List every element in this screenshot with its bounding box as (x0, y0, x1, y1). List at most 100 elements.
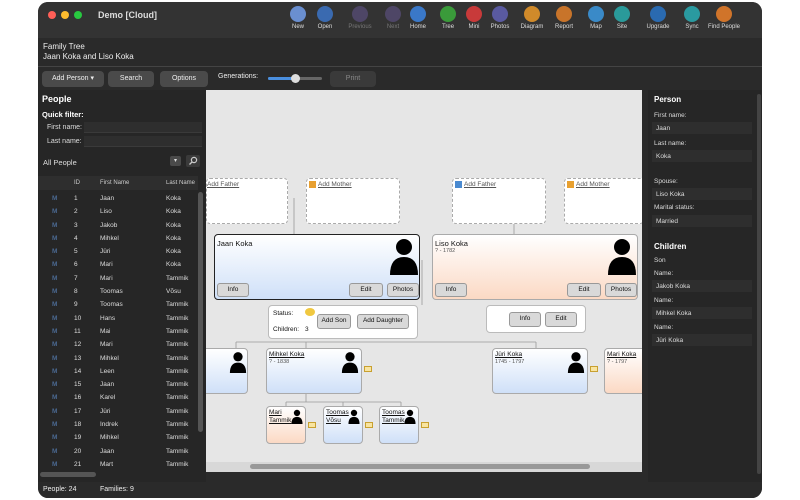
spouse-marker-icon[interactable] (308, 422, 316, 428)
child-card[interactable]: Mihkel Koka ? - 1838 (266, 348, 362, 394)
husband-info-button[interactable]: Info (217, 283, 249, 297)
spouse-marker-icon[interactable] (364, 366, 372, 372)
add-mother-link[interactable]: Add Mother (318, 181, 352, 188)
close-window-button[interactable] (48, 11, 56, 19)
wife-edit-button[interactable]: Edit (567, 283, 601, 297)
toolbar-button-report[interactable]: Report (546, 6, 582, 30)
add-father-link[interactable]: Add Father (207, 181, 239, 188)
table-row[interactable]: M 8 Toomas Võsu (38, 285, 198, 298)
grandchild-name[interactable]: Mari Tammik (269, 409, 291, 425)
spouse-marker-icon[interactable] (421, 422, 429, 428)
cell-last-name: Tammik (166, 314, 189, 322)
husband-card[interactable]: Jaan Koka Info Edit Photos (214, 234, 420, 300)
add-son-button[interactable]: Add Son (317, 314, 351, 329)
table-row[interactable]: M 21 Mart Tammik (38, 458, 198, 471)
wife-photos-button[interactable]: Photos (605, 283, 637, 297)
toolbar-button-find-people[interactable]: Find People (706, 6, 742, 30)
tree-horizontal-scrollbar[interactable] (250, 464, 590, 469)
table-row[interactable]: M 1 Jaan Koka (38, 192, 198, 205)
toolbar-button-open[interactable]: Open (307, 6, 343, 30)
search-icon[interactable] (186, 155, 200, 167)
table-row[interactable]: M 12 Mari Tammik (38, 338, 198, 351)
table-row[interactable]: M 5 Jüri Koka (38, 245, 198, 258)
table-row[interactable]: M 3 Jakob Koka (38, 219, 198, 232)
table-row[interactable]: M 18 Indrek Tammik (38, 418, 198, 431)
child-name[interactable]: Mihkel Koka (269, 351, 304, 358)
table-row[interactable]: M 13 Mihkel Tammik (38, 352, 198, 365)
toolbar-button-photos[interactable]: Photos (482, 6, 518, 30)
add-father-placeholder[interactable]: Add Father (206, 178, 288, 224)
last-name-filter-input[interactable] (84, 136, 202, 147)
child-card[interactable]: Jüri Koka 1745 - 1797 (492, 348, 588, 394)
people-list-scrollbar[interactable] (198, 192, 203, 432)
child-name[interactable]: Jüri Koka (495, 351, 522, 358)
search-button[interactable]: Search (108, 71, 154, 87)
table-row[interactable]: M 20 Jaan Tammik (38, 445, 198, 458)
marital-status-value[interactable]: Married (652, 215, 752, 227)
person-last-name-value[interactable]: Koka (652, 150, 752, 162)
add-mother-placeholder-wife[interactable]: Add Mother (564, 178, 642, 224)
column-header-last-name[interactable]: Last Name (166, 180, 198, 186)
print-button[interactable]: Print (330, 71, 376, 87)
first-name-filter-input[interactable] (84, 122, 202, 133)
grandchild-name[interactable]: Toomas Tammik (382, 409, 405, 425)
table-row[interactable]: M 15 Jaan Tammik (38, 378, 198, 391)
child-card[interactable]: Mari Koka ? - 1797 (604, 348, 642, 394)
grandchild-card[interactable]: Toomas Võsu (323, 406, 363, 444)
generations-slider[interactable] (268, 74, 322, 83)
add-father-placeholder-wife[interactable]: Add Father (452, 178, 546, 224)
wife-info-button[interactable]: Info (435, 283, 467, 297)
person-first-name-value[interactable]: Jaan (652, 122, 752, 134)
child-value[interactable]: Jüri Koka (652, 334, 752, 346)
toolbar-button-sync[interactable]: Sync (674, 6, 710, 30)
cell-id: 15 (74, 381, 82, 389)
spouse-marker-icon[interactable] (365, 422, 373, 428)
options-button[interactable]: Options (160, 71, 208, 87)
grandchild-card[interactable]: Mari Tammik (266, 406, 306, 444)
person-panel-scrollbar[interactable] (757, 94, 761, 474)
spouse-marker-icon[interactable] (590, 366, 598, 372)
spouse-value[interactable]: Liso Koka (652, 188, 752, 200)
tree-icon (440, 6, 456, 22)
column-header-first-name[interactable]: First Name (100, 180, 129, 186)
family-edit-button[interactable]: Edit (545, 312, 577, 327)
add-daughter-button[interactable]: Add Daughter (357, 314, 409, 329)
child-card[interactable] (206, 348, 248, 394)
cell-last-name: Koka (166, 221, 181, 229)
child-value[interactable]: Jakob Koka (652, 280, 752, 292)
toolbar-button-diagram[interactable]: Diagram (514, 6, 550, 30)
add-person-button[interactable]: Add Person ▾ (42, 71, 104, 87)
toolbar-button-site[interactable]: Site (604, 6, 640, 30)
child-name[interactable]: Mari Koka (607, 351, 636, 358)
table-row[interactable]: M 2 Liso Koka (38, 205, 198, 218)
add-father-link[interactable]: Add Father (464, 181, 496, 188)
table-row[interactable]: M 7 Mari Tammik (38, 272, 198, 285)
table-row[interactable]: M 10 Hans Tammik (38, 312, 198, 325)
table-row[interactable]: M 17 Jüri Tammik (38, 405, 198, 418)
people-list-horizontal-scrollbar[interactable] (40, 472, 96, 477)
chevron-down-icon[interactable]: ▾ (170, 156, 181, 166)
table-row[interactable]: M 14 Leen Tammik (38, 365, 198, 378)
toolbar-button-previous[interactable]: Previous (342, 6, 378, 30)
people-list-selector[interactable]: All People (43, 158, 77, 167)
toolbar-button-upgrade[interactable]: Upgrade (640, 6, 676, 30)
table-row[interactable]: M 16 Karel Tammik (38, 391, 198, 404)
grandchild-card[interactable]: Toomas Tammik (379, 406, 419, 444)
husband-edit-button[interactable]: Edit (349, 283, 383, 297)
table-row[interactable]: M 11 Mai Tammik (38, 325, 198, 338)
table-row[interactable]: M 19 Mihkel Tammik (38, 431, 198, 444)
husband-photos-button[interactable]: Photos (387, 283, 419, 297)
add-mother-placeholder[interactable]: Add Mother (306, 178, 400, 224)
wife-card[interactable]: Liso Koka ? - 1782 Info Edit Photos (432, 234, 638, 300)
generations-slider-knob[interactable] (291, 74, 300, 83)
table-row[interactable]: M 4 Mihkel Koka (38, 232, 198, 245)
add-mother-link[interactable]: Add Mother (576, 181, 610, 188)
zoom-window-button[interactable] (74, 11, 82, 19)
minimize-window-button[interactable] (61, 11, 69, 19)
table-row[interactable]: M 9 Toomas Tammik (38, 298, 198, 311)
child-value[interactable]: Mihkel Koka (652, 307, 752, 319)
column-header-id[interactable]: ID (74, 180, 80, 186)
grandchild-name[interactable]: Toomas Võsu (326, 409, 349, 425)
family-info-button[interactable]: Info (509, 312, 541, 327)
table-row[interactable]: M 6 Mari Koka (38, 258, 198, 271)
